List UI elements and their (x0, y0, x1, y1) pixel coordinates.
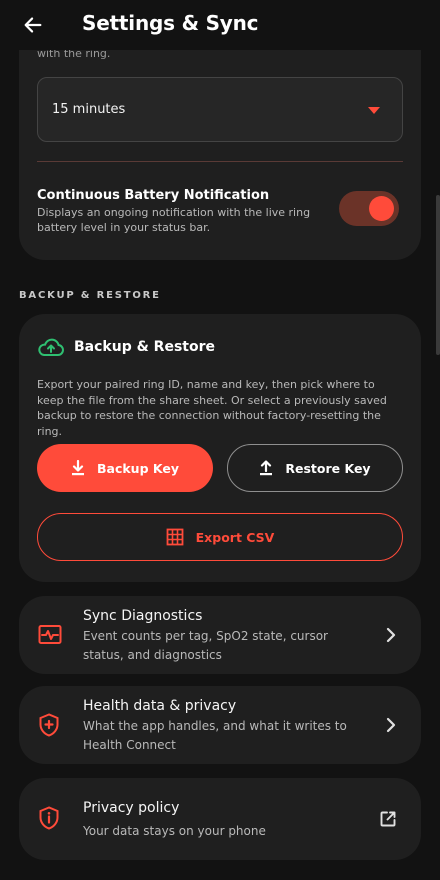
privacy-policy-description: Your data stays on your phone (83, 824, 266, 838)
shield-plus-icon (39, 713, 59, 737)
export-csv-button[interactable]: Export CSV (37, 513, 403, 561)
table-grid-icon (166, 528, 184, 546)
health-data-privacy-row[interactable]: Health data & privacy What the app handl… (19, 686, 421, 764)
battery-notification-description: Displays an ongoing notification with th… (37, 206, 311, 234)
download-icon (72, 460, 84, 476)
upload-icon (260, 460, 273, 476)
section-label-backup: BACKUP & RESTORE (19, 290, 161, 301)
sync-diagnostics-row[interactable]: Sync Diagnostics Event counts per tag, S… (19, 596, 421, 674)
shield-info-icon (39, 806, 59, 830)
backup-key-label: Backup Key (97, 460, 179, 476)
health-data-privacy-title: Health data & privacy (83, 698, 237, 714)
chevron-right-icon (386, 627, 396, 643)
backup-card-title: Backup & Restore (74, 339, 215, 355)
scrollbar[interactable] (436, 195, 440, 355)
chevron-right-icon (386, 717, 396, 733)
battery-notification-toggle[interactable] (339, 191, 399, 226)
toggle-knob (369, 196, 394, 221)
health-data-privacy-description: What the app handles, and what it writes… (83, 719, 347, 752)
sync-interval-value: 15 minutes (52, 102, 126, 117)
backup-card-header: Backup & Restore (37, 336, 215, 358)
truncated-description: with the ring. (37, 50, 111, 60)
restore-key-label: Restore Key (285, 460, 371, 476)
caret-down-icon (368, 107, 380, 114)
page-title: Settings & Sync (82, 11, 259, 35)
pulse-icon (38, 625, 62, 644)
external-link-icon (380, 811, 396, 827)
sync-diagnostics-description: Event counts per tag, SpO2 state, cursor… (83, 629, 328, 662)
divider (37, 161, 403, 162)
backup-key-button[interactable]: Backup Key (37, 444, 213, 492)
arrow-left-icon (24, 17, 42, 33)
export-csv-label: Export CSV (195, 529, 275, 545)
sync-diagnostics-title: Sync Diagnostics (83, 608, 203, 624)
privacy-policy-title: Privacy policy (83, 800, 180, 816)
back-button[interactable] (18, 10, 48, 40)
battery-notification-title: Continuous Battery Notification (37, 188, 270, 203)
backup-card-description: Export your paired ring ID, name and key… (37, 378, 387, 438)
top-app-bar: Settings & Sync (0, 0, 440, 50)
sync-interval-dropdown[interactable]: 15 minutes (37, 77, 403, 142)
restore-key-button[interactable]: Restore Key (227, 444, 403, 492)
privacy-policy-row[interactable]: Privacy policy Your data stays on your p… (19, 778, 421, 860)
cloud-upload-icon (38, 338, 64, 356)
